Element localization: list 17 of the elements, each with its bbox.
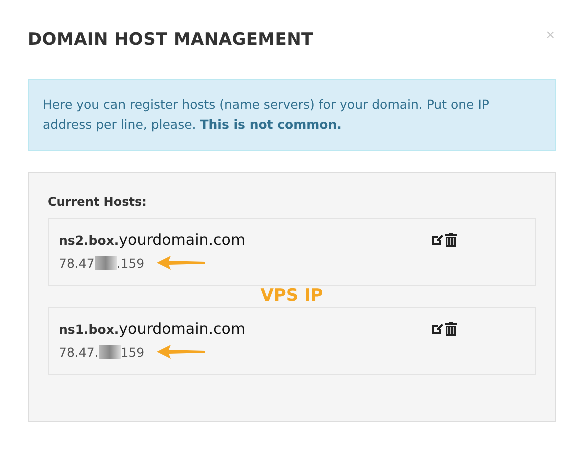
host-domain: yourdomain.com: [119, 320, 246, 338]
trash-icon[interactable]: [445, 233, 457, 247]
close-button[interactable]: ×: [546, 28, 555, 43]
ip-address: 78.47.: [59, 344, 99, 360]
ip-address: 78.47: [59, 256, 95, 270]
modal-title: DOMAIN HOST MANAGEMENT: [28, 30, 314, 50]
annotation-label: VPS IP: [260, 286, 324, 306]
trash-icon[interactable]: [445, 322, 457, 336]
edit-icon[interactable]: [431, 233, 444, 246]
host-prefix: ns1.box.: [59, 322, 120, 337]
info-alert: Here you can register hosts (name servers) for your domain. Put one IP address per line, please. This is not common.: [28, 79, 556, 151]
ip-address: 159: [120, 344, 145, 360]
ip-address: .159: [116, 256, 145, 270]
host-domain: yourdomain.com: [119, 231, 246, 249]
edit-icon[interactable]: [431, 322, 444, 335]
section-heading: Current Hosts:: [48, 195, 148, 209]
host-prefix: ns2.box.: [59, 233, 120, 248]
